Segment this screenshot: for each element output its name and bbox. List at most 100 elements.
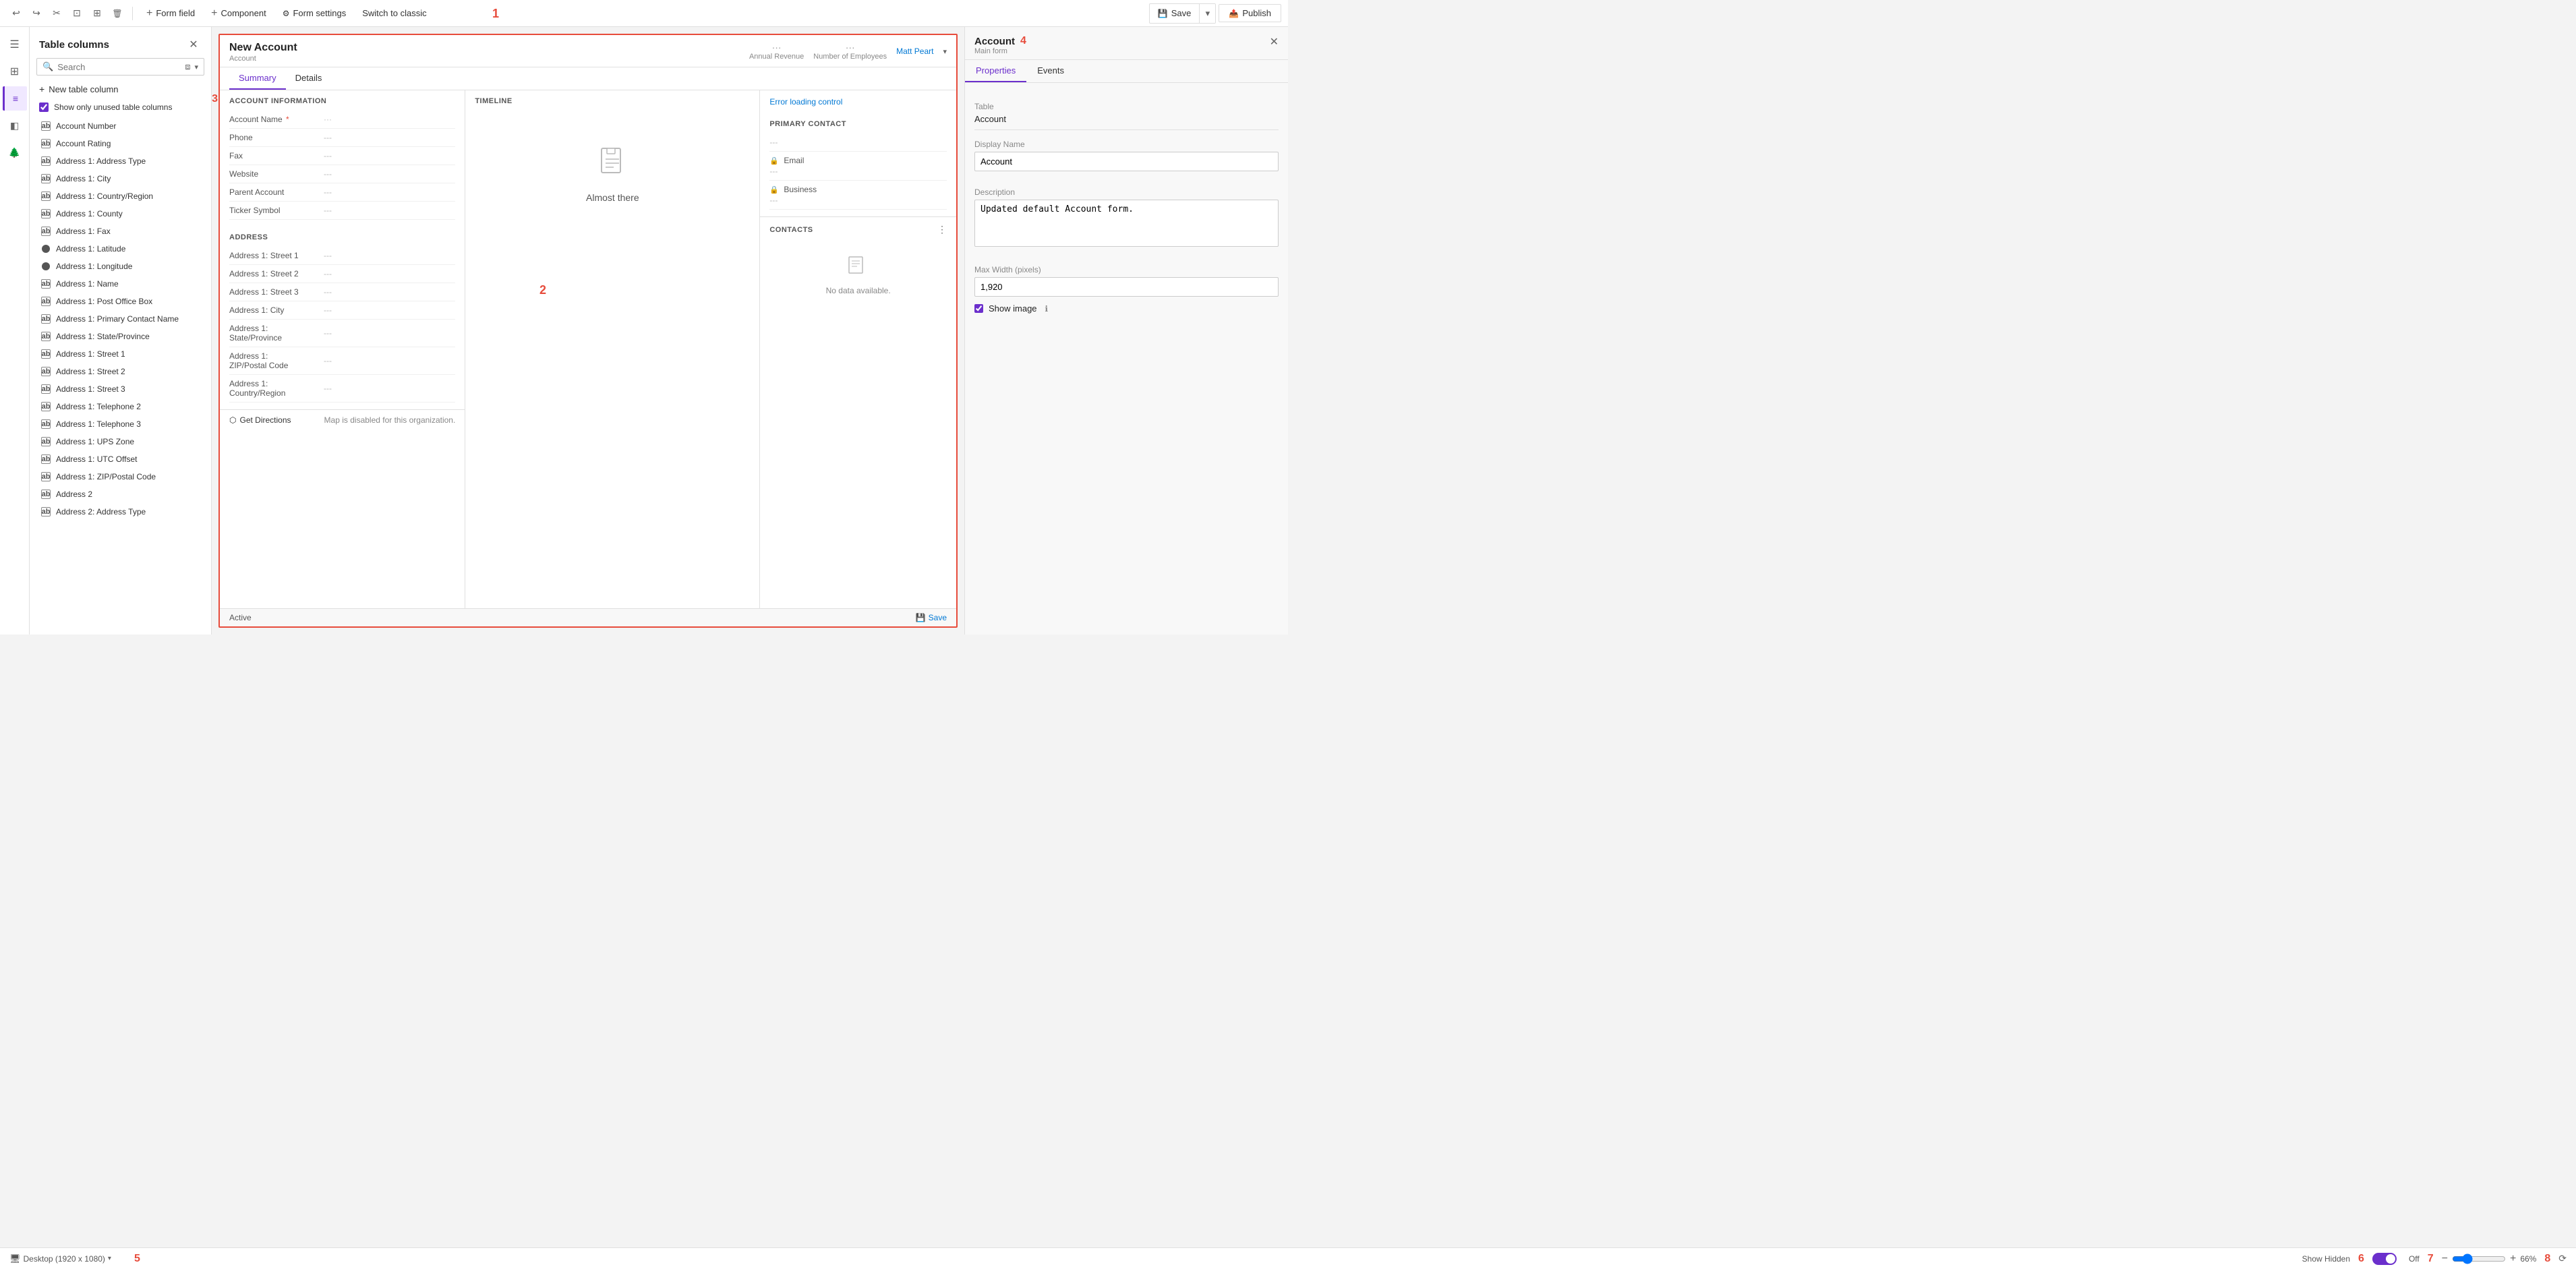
max-width-input[interactable] xyxy=(974,277,1279,297)
right-panel-title-area: Account 4 Main form xyxy=(974,35,1026,55)
col-icon-text: ab xyxy=(41,227,51,236)
form-field-button[interactable]: + Form field xyxy=(138,4,203,23)
menu-button[interactable]: ☰ xyxy=(3,32,27,57)
column-item[interactable]: Address 1: Latitude xyxy=(30,240,211,258)
new-table-column-button[interactable]: + New table column xyxy=(30,80,211,98)
right-panel-close-button[interactable]: ✕ xyxy=(1270,35,1279,49)
col-label: Address 1: Telephone 2 xyxy=(56,402,141,411)
column-item[interactable]: abAddress 1: ZIP/Postal Code xyxy=(30,468,211,485)
desktop-chevron: ▾ xyxy=(108,1255,111,1262)
red-label-2: 2 xyxy=(539,283,546,297)
column-item[interactable]: abAddress 1: Name xyxy=(30,275,211,293)
field-account-name: Account Name * ··· xyxy=(229,111,455,129)
zoom-plus-button[interactable]: + xyxy=(2510,1253,2516,1265)
column-item[interactable]: abAccount Rating xyxy=(30,135,211,152)
tab-properties[interactable]: Properties xyxy=(965,60,1026,82)
employees-col: ··· Number of Employees xyxy=(813,42,887,61)
zoom-slider[interactable] xyxy=(2452,1253,2506,1264)
column-item[interactable]: abAddress 1: Street 1 xyxy=(30,345,211,363)
filter-icon[interactable]: ⧈ xyxy=(185,61,190,72)
col-icon-text: ab xyxy=(41,490,51,499)
desktop-indicator[interactable]: 🖥 Desktop (1920 x 1080) ▾ xyxy=(9,1253,111,1264)
tree-button[interactable]: 🌲 xyxy=(3,140,27,165)
col-label: Address 1: Address Type xyxy=(56,156,146,166)
column-item[interactable]: Address 1: Longitude xyxy=(30,258,211,275)
cut-button[interactable]: ✂ xyxy=(47,4,66,23)
column-item[interactable]: abAddress 1: City xyxy=(30,170,211,187)
save-arrow-button[interactable]: ▾ xyxy=(1199,4,1215,23)
timeline-section: Timeline xyxy=(465,90,759,230)
fields-button[interactable]: ≡ xyxy=(3,86,27,111)
refresh-icon[interactable]: ⟳ xyxy=(2558,1253,2567,1264)
error-loading-control[interactable]: Error loading control xyxy=(760,90,956,113)
zoom-minus-button[interactable]: − xyxy=(2442,1253,2448,1265)
toolbar-right: 💾 Save ▾ 📤 Publish xyxy=(1149,3,1281,24)
undo-button[interactable]: ↩ xyxy=(7,4,26,23)
col-label: Address 1: Name xyxy=(56,279,119,289)
column-item[interactable]: abAddress 1: County xyxy=(30,205,211,223)
col-icon-text: ab xyxy=(41,314,51,324)
column-item[interactable]: abAddress 2: Address Type xyxy=(30,503,211,521)
description-textarea[interactable]: Updated default Account form. xyxy=(974,200,1279,247)
info-icon[interactable]: ℹ xyxy=(1045,304,1049,314)
publish-button[interactable]: 📤 Publish xyxy=(1219,4,1281,22)
column-item[interactable]: abAddress 1: Street 3 xyxy=(30,380,211,398)
column-item[interactable]: abAddress 2 xyxy=(30,485,211,503)
column-item[interactable]: abAddress 1: Fax xyxy=(30,223,211,240)
settings-icon: ⚙ xyxy=(283,9,290,18)
component-button[interactable]: + Component xyxy=(203,4,274,23)
get-directions-button[interactable]: ⬡ Get Directions xyxy=(229,415,291,425)
column-item[interactable]: abAddress 1: UTC Offset xyxy=(30,450,211,468)
redo-button[interactable]: ↪ xyxy=(27,4,46,23)
right-panel-header: Account 4 Main form ✕ xyxy=(965,27,1288,60)
field-street3: Address 1: Street 3 --- xyxy=(229,283,455,301)
copy-button[interactable]: ⊡ xyxy=(67,4,86,23)
column-item[interactable]: abAddress 1: Telephone 2 xyxy=(30,398,211,415)
table-value: Account xyxy=(974,114,1279,124)
col-icon-text: ab xyxy=(41,507,51,517)
off-label: Off xyxy=(2409,1254,2420,1264)
field-country: Address 1: Country/Region --- xyxy=(229,375,455,403)
grid-button[interactable]: ⊞ xyxy=(3,59,27,84)
show-hidden-toggle[interactable] xyxy=(2372,1253,2397,1265)
column-item[interactable]: abAddress 1: Country/Region xyxy=(30,187,211,205)
column-item[interactable]: abAccount Number xyxy=(30,117,211,135)
sidebar-close-button[interactable]: ✕ xyxy=(185,36,202,53)
contacts-more-button[interactable]: ⋮ xyxy=(937,224,947,235)
tab-details[interactable]: Details xyxy=(286,67,332,90)
toggle-track[interactable] xyxy=(2372,1253,2397,1265)
show-image-label: Show image xyxy=(989,303,1037,314)
business-icon: 🔒 xyxy=(769,186,779,194)
column-item[interactable]: abAddress 1: Telephone 3 xyxy=(30,415,211,433)
field-zip: Address 1: ZIP/Postal Code --- xyxy=(229,347,455,375)
form-save-button[interactable]: 💾 Save xyxy=(916,613,947,622)
form-subtitle: Account xyxy=(229,55,297,63)
clone-button[interactable]: ⊞ xyxy=(88,4,107,23)
tab-events[interactable]: Events xyxy=(1026,60,1075,82)
owner-field[interactable]: Matt Peart xyxy=(896,47,933,56)
filter-chevron[interactable]: ▾ xyxy=(194,63,198,71)
tab-summary[interactable]: Summary xyxy=(229,67,286,90)
form-settings-button[interactable]: ⚙ Form settings xyxy=(274,5,355,22)
search-input[interactable] xyxy=(57,62,181,72)
column-item[interactable]: abAddress 1: UPS Zone xyxy=(30,433,211,450)
header-chevron[interactable]: ▾ xyxy=(943,47,947,56)
contacts-section: CONTACTS ⋮ xyxy=(760,216,956,316)
column-item[interactable]: abAddress 1: Address Type xyxy=(30,152,211,170)
delete-button[interactable]: 🗑 xyxy=(108,4,127,23)
display-name-input[interactable] xyxy=(974,152,1279,171)
column-item[interactable]: abAddress 1: Primary Contact Name xyxy=(30,310,211,328)
layers-button[interactable]: ◧ xyxy=(3,113,27,138)
col-label: Address 1: State/Province xyxy=(56,332,150,341)
show-unused-checkbox[interactable] xyxy=(39,102,49,112)
column-item[interactable]: abAddress 1: Post Office Box xyxy=(30,293,211,310)
switch-classic-button[interactable]: Switch to classic xyxy=(354,5,434,22)
save-button[interactable]: 💾 Save xyxy=(1150,5,1200,21)
col-label: Address 1: Street 3 xyxy=(56,384,125,394)
toolbar-divider-1 xyxy=(132,7,133,20)
column-item[interactable]: abAddress 1: State/Province xyxy=(30,328,211,345)
field-fax: Fax --- xyxy=(229,147,455,165)
col-icon-text: ab xyxy=(41,419,51,429)
column-item[interactable]: abAddress 1: Street 2 xyxy=(30,363,211,380)
show-image-checkbox[interactable] xyxy=(974,304,983,313)
